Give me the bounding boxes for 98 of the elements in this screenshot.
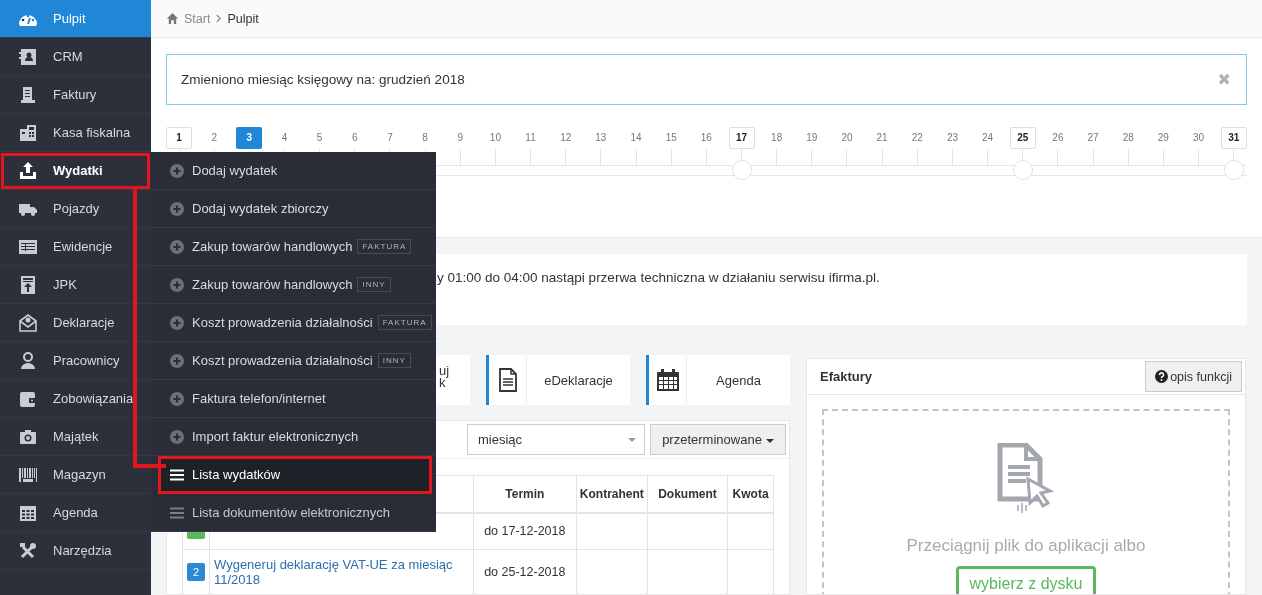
day-label[interactable]: 23 <box>939 127 966 149</box>
menu-item[interactable]: Zakup towarów handlowych INNY <box>151 266 436 304</box>
sidebar-item[interactable]: Kasa fiskalna <box>0 114 151 152</box>
plus-circle-icon <box>170 429 184 444</box>
day-label[interactable]: 21 <box>869 127 896 149</box>
day-label[interactable]: 18 <box>763 127 790 149</box>
person-icon <box>18 350 38 371</box>
day-label[interactable]: 31 <box>1220 127 1247 149</box>
day-label[interactable]: 17 <box>728 127 755 149</box>
plus-circle-icon <box>170 201 184 216</box>
day-label[interactable]: 4 <box>271 127 298 149</box>
upload-icon <box>18 160 38 181</box>
document-upload-icon <box>18 274 38 295</box>
help-button[interactable]: opis funkcji <box>1145 361 1242 392</box>
sidebar-item[interactable]: Majątek <box>0 418 151 456</box>
tag-label: FAKTURA <box>377 315 432 330</box>
day-label[interactable]: 8 <box>412 127 439 149</box>
column-header: Kwota <box>727 475 774 513</box>
caret-icon <box>628 437 636 442</box>
sidebar-item[interactable]: CRM <box>0 38 151 76</box>
contact-card-icon <box>18 46 38 67</box>
register-icon <box>18 122 38 143</box>
column-header: Kontrahent <box>576 475 648 513</box>
day-label[interactable]: 5 <box>306 127 333 149</box>
day-label[interactable]: 26 <box>1044 127 1071 149</box>
tag-label: INNY <box>357 277 391 292</box>
home-icon <box>166 12 179 25</box>
tag-label: INNY <box>377 353 411 368</box>
envelope-icon <box>18 312 38 333</box>
sidebar-item[interactable]: Magazyn <box>0 456 151 494</box>
tag-label: FAKTURA <box>357 239 412 254</box>
day-label[interactable]: 22 <box>904 127 931 149</box>
breadcrumb-link[interactable]: Start <box>184 11 211 26</box>
table-cell: do 17-12-2018 <box>473 512 577 549</box>
day-label[interactable]: 15 <box>658 127 685 149</box>
plus-circle-icon <box>170 163 184 178</box>
tools-icon <box>18 540 38 561</box>
sidebar-item[interactable]: Narzędzia <box>0 532 151 570</box>
alert-message: Zmieniono miesiąc księgowy na: grudzień 2018 <box>181 72 465 87</box>
menu-item[interactable]: Lista wydatków <box>158 456 432 494</box>
plus-circle-icon <box>170 239 184 254</box>
plus-circle-icon <box>170 277 184 292</box>
panel-title: Efaktury <box>820 369 873 384</box>
count-badge: 2 <box>187 563 205 581</box>
menu-item[interactable]: Dodaj wydatek zbiorczy <box>151 190 436 228</box>
day-label[interactable]: 30 <box>1185 127 1212 149</box>
period-select[interactable]: miesiąc <box>467 424 645 455</box>
sidebar-item[interactable]: Agenda <box>0 494 151 532</box>
menu-item[interactable]: Lista dokumentów elektronicznych <box>151 494 436 532</box>
day-label[interactable]: 24 <box>974 127 1001 149</box>
column-header: Termin <box>473 475 577 513</box>
day-label[interactable]: 9 <box>447 127 474 149</box>
chevron-icon <box>215 14 223 23</box>
day-label[interactable]: 29 <box>1150 127 1177 149</box>
day-label[interactable]: 7 <box>376 127 403 149</box>
menu-icon <box>170 506 184 519</box>
plus-circle-icon <box>170 391 184 406</box>
question-icon <box>1155 370 1169 383</box>
menu-item[interactable]: Faktura telefon/internet <box>151 380 436 418</box>
sidebar-item[interactable]: Zobowiązania <box>0 380 151 418</box>
document-icon <box>497 368 518 392</box>
day-label[interactable]: 13 <box>587 127 614 149</box>
menu-item[interactable]: Zakup towarów handlowych FAKTURA <box>151 228 436 266</box>
day-label[interactable]: 3 <box>236 127 263 149</box>
status-dropdown-button[interactable]: przeterminowane <box>650 424 786 455</box>
day-label[interactable]: 27 <box>1080 127 1107 149</box>
day-label[interactable]: 1 <box>166 127 192 149</box>
day-label[interactable]: 19 <box>798 127 825 149</box>
sidebar-item[interactable]: Ewidencje <box>0 228 151 266</box>
menu-item[interactable]: Dodaj wydatek <box>151 152 436 190</box>
day-label[interactable]: 6 <box>341 127 368 149</box>
breadcrumb-current: Pulpit <box>227 11 259 26</box>
caret-icon <box>765 438 774 443</box>
day-label[interactable]: 12 <box>552 127 579 149</box>
day-label[interactable]: 25 <box>1009 127 1036 149</box>
plus-circle-icon <box>170 353 184 368</box>
calendar-icon <box>655 368 680 392</box>
day-label[interactable]: 11 <box>517 127 544 149</box>
menu-item[interactable]: Koszt prowadzenia działalności INNY <box>151 342 436 380</box>
sidebar-item[interactable]: JPK <box>0 266 151 304</box>
plus-circle-icon <box>170 315 184 330</box>
drop-hint: Przeciągnij plik do aplikacji albo <box>906 536 1146 556</box>
day-label[interactable]: 10 <box>482 127 509 149</box>
sidebar-item[interactable]: Pulpit <box>0 0 151 38</box>
menu-item[interactable]: Koszt prowadzenia działalności FAKTURA <box>151 304 436 342</box>
menu-icon <box>170 468 184 481</box>
notice-text: y 01:00 do 04:00 nastąpi przerwa techniczna w działaniu serwisu ifirma.pl. <box>437 270 880 285</box>
day-label[interactable]: 16 <box>693 127 720 149</box>
column-header: Dokument <box>647 475 728 513</box>
day-label[interactable]: 14 <box>623 127 650 149</box>
shortcut-tile[interactable]: eDeklaracje <box>486 355 630 405</box>
day-label[interactable]: 28 <box>1115 127 1142 149</box>
document-icon <box>18 84 38 105</box>
sidebar-item[interactable]: Wydatki <box>0 152 151 190</box>
day-label[interactable]: 2 <box>201 127 228 149</box>
shortcut-tile[interactable]: uj k <box>436 355 470 405</box>
shortcut-tile[interactable]: Agenda <box>646 355 790 405</box>
day-label[interactable]: 20 <box>833 127 860 149</box>
